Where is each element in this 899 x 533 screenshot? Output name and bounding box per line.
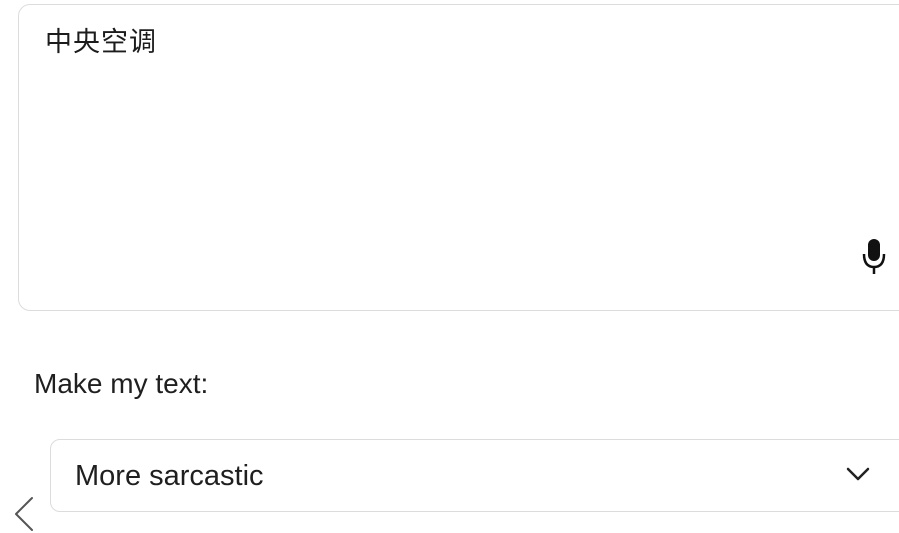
chevron-left-icon[interactable] (12, 496, 36, 532)
tone-select[interactable]: More sarcastic (50, 439, 899, 512)
chevron-down-icon (846, 467, 870, 481)
tone-label: Make my text: (34, 368, 209, 399)
text-input-area[interactable]: 中央空调 (18, 4, 899, 311)
microphone-icon[interactable] (862, 237, 886, 277)
rewrite-text-page: 中央空调 Make my text: More sarcastic (0, 0, 899, 533)
text-input-value: 中央空调 (45, 27, 157, 58)
tone-selected-value: More sarcastic (75, 460, 264, 492)
